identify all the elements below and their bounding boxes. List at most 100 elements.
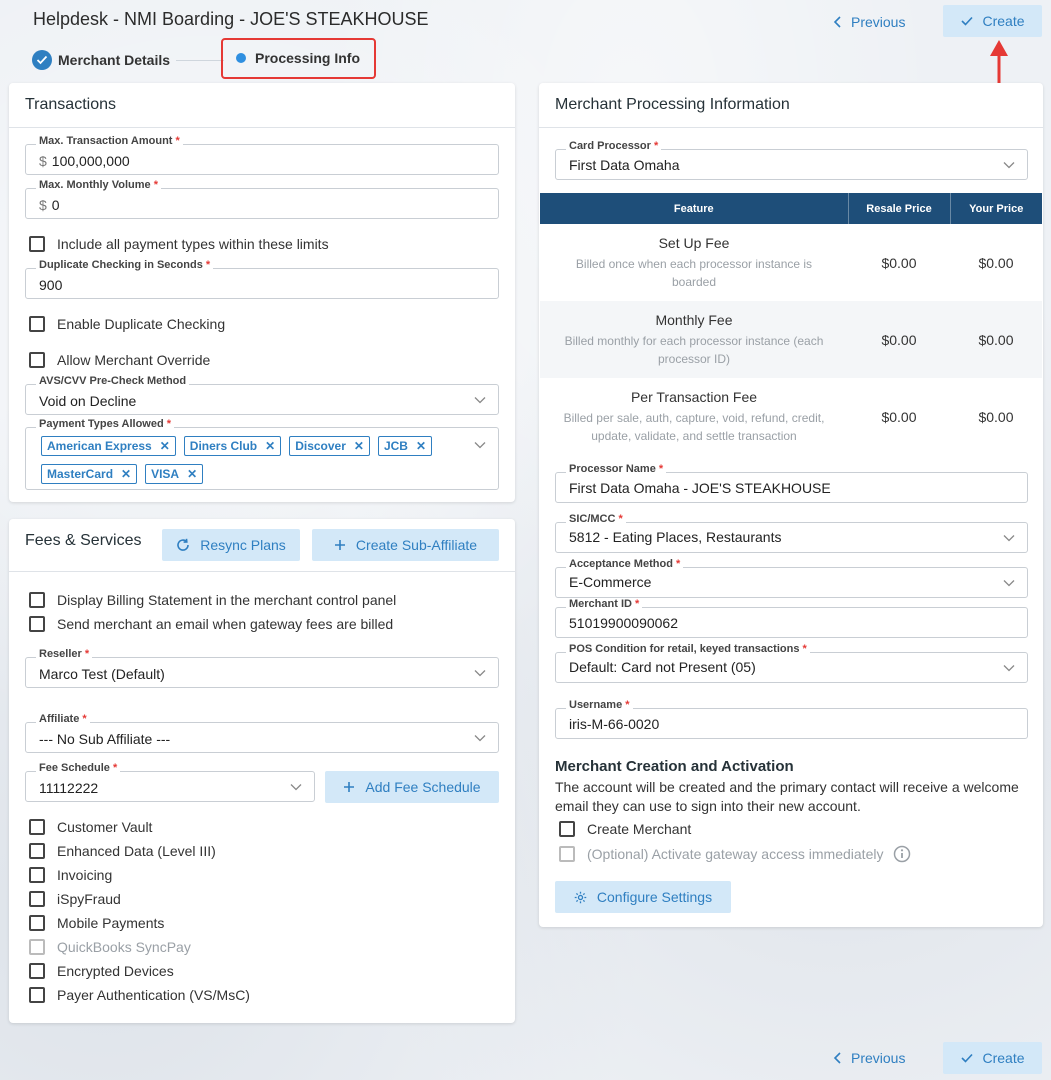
checkbox[interactable] — [29, 915, 45, 931]
checkbox[interactable] — [29, 352, 45, 368]
info-icon[interactable] — [893, 845, 911, 863]
checkbox[interactable] — [29, 616, 45, 632]
checkbox-label: Create Merchant — [587, 821, 692, 837]
checkbox-label: Send merchant an email when gateway fees… — [57, 616, 394, 632]
display-billing-checkbox[interactable]: Display Billing Statement in the merchan… — [29, 592, 396, 608]
send-email-checkbox[interactable]: Send merchant an email when gateway fees… — [29, 616, 393, 632]
resync-plans-button[interactable]: Resync Plans — [162, 529, 300, 561]
checkbox-label: Customer Vault — [57, 819, 153, 835]
service-checkbox[interactable]: QuickBooks SyncPay — [29, 939, 191, 955]
create-merchant-checkbox[interactable]: Create Merchant — [559, 821, 691, 837]
checkbox[interactable] — [29, 316, 45, 332]
button-label: Create Sub-Affiliate — [355, 537, 478, 553]
service-checkbox[interactable]: Payer Authentication (VS/MsC) — [29, 987, 250, 1003]
chevron-down-icon — [474, 442, 486, 449]
chevron-down-icon — [1003, 162, 1015, 169]
field-value: 0 — [51, 197, 60, 213]
divider — [9, 127, 515, 128]
enable-duplicate-checkbox[interactable]: Enable Duplicate Checking — [29, 316, 225, 332]
create-label: Create — [982, 1050, 1025, 1066]
service-checkbox[interactable]: iSpyFraud — [29, 891, 121, 907]
service-checkbox[interactable]: Invoicing — [29, 867, 112, 883]
chip-label: American Express — [47, 439, 152, 453]
close-icon[interactable]: ✕ — [416, 439, 426, 453]
payment-types-select[interactable]: Payment Types Allowed * American Express… — [25, 418, 499, 490]
field-label: AVS/CVV Pre-Check Method — [36, 375, 190, 387]
max-transaction-amount-field[interactable]: Max. Transaction Amount * $100,000,000 — [25, 135, 499, 175]
checkbox[interactable] — [29, 939, 45, 955]
allow-override-checkbox[interactable]: Allow Merchant Override — [29, 352, 210, 368]
checkbox-label: Include all payment types within these l… — [57, 236, 329, 252]
checkbox-label: Enhanced Data (Level III) — [57, 843, 216, 859]
divider — [539, 127, 1043, 128]
resale-price: $0.00 — [881, 254, 917, 271]
processor-name-field[interactable]: Processor Name * First Data Omaha - JOE'… — [555, 463, 1028, 503]
checkbox[interactable] — [29, 843, 45, 859]
chevron-down-icon — [1003, 665, 1015, 672]
checkbox[interactable] — [29, 987, 45, 1003]
resale-price: $0.00 — [848, 301, 950, 378]
checkbox[interactable] — [29, 963, 45, 979]
close-icon[interactable]: ✕ — [160, 439, 170, 453]
checkbox[interactable] — [559, 821, 575, 837]
checkbox-label: Payer Authentication (VS/MsC) — [57, 987, 250, 1003]
username-field[interactable]: Username * iris-M-66-0020 — [555, 699, 1028, 739]
checkbox-label: Mobile Payments — [57, 915, 165, 931]
chip-label: VISA — [151, 467, 180, 481]
checkbox[interactable] — [29, 819, 45, 835]
close-icon[interactable]: ✕ — [265, 439, 275, 453]
add-fee-schedule-button[interactable]: Add Fee Schedule — [325, 771, 499, 803]
create-label: Create — [982, 13, 1025, 29]
create-sub-affiliate-button[interactable]: Create Sub-Affiliate — [312, 529, 499, 561]
duplicate-seconds-field[interactable]: Duplicate Checking in Seconds * 900 — [25, 259, 499, 299]
sic-mcc-select[interactable]: SIC/MCC * 5812 - Eating Places, Restaura… — [555, 513, 1028, 553]
services-list: Customer Vault Enhanced Data (Level III) I… — [29, 819, 489, 1011]
create-button-bottom[interactable]: Create — [943, 1042, 1042, 1074]
checkbox[interactable] — [29, 236, 45, 252]
avs-cvv-select[interactable]: AVS/CVV Pre-Check Method Void on Decline — [25, 375, 499, 415]
close-icon[interactable]: ✕ — [187, 467, 197, 481]
card-processor-select[interactable]: Card Processor * First Data Omaha — [555, 140, 1028, 180]
checkbox[interactable] — [29, 867, 45, 883]
checkbox[interactable] — [29, 592, 45, 608]
column-header: Feature — [540, 193, 849, 224]
checkbox[interactable] — [29, 891, 45, 907]
field-value: Marco Test (Default) — [39, 666, 165, 682]
previous-button-bottom[interactable]: Previous — [833, 1047, 905, 1069]
refresh-icon — [177, 538, 190, 551]
your-price: $0.00 — [950, 301, 1042, 378]
your-price: $0.00 — [978, 254, 1014, 271]
service-checkbox[interactable]: Customer Vault — [29, 819, 152, 835]
create-button[interactable]: Create — [943, 5, 1042, 37]
close-icon[interactable]: ✕ — [354, 439, 364, 453]
reseller-select[interactable]: Reseller * Marco Test (Default) — [25, 648, 499, 688]
merchant-id-field[interactable]: Merchant ID * 51019900090062 — [555, 598, 1028, 638]
fee-schedule-select[interactable]: Fee Schedule * 11112222 — [25, 762, 315, 802]
close-icon[interactable]: ✕ — [121, 467, 131, 481]
step-label: Processing Info — [255, 50, 361, 66]
service-checkbox[interactable]: Enhanced Data (Level III) — [29, 843, 216, 859]
chip-label: JCB — [383, 439, 408, 453]
service-checkbox[interactable]: Encrypted Devices — [29, 963, 174, 979]
previous-button[interactable]: Previous — [833, 11, 905, 33]
gear-icon — [574, 891, 587, 903]
configure-settings-button[interactable]: Configure Settings — [555, 881, 731, 913]
checkbox-label: QuickBooks SyncPay — [57, 939, 191, 955]
acceptance-method-select[interactable]: Acceptance Method * E-Commerce — [555, 558, 1028, 598]
step-processing-info[interactable]: Processing Info — [236, 50, 360, 66]
checkbox-label: Encrypted Devices — [57, 963, 174, 979]
include-all-checkbox[interactable]: Include all payment types within these l… — [29, 236, 329, 252]
pos-condition-select[interactable]: POS Condition for retail, keyed transact… — [555, 643, 1028, 683]
service-checkbox[interactable]: Mobile Payments — [29, 915, 164, 931]
field-label: POS Condition for retail, keyed transact… — [569, 643, 800, 655]
affiliate-select[interactable]: Affiliate * --- No Sub Affiliate --- — [25, 713, 499, 753]
chevron-down-icon — [474, 397, 486, 404]
activate-gateway-checkbox[interactable]: (Optional) Activate gateway access immed… — [559, 845, 911, 863]
step-merchant-details[interactable]: Merchant Details — [32, 50, 170, 70]
table-row: Set Up Fee Billed once when each processo… — [540, 224, 1042, 301]
max-monthly-volume-field[interactable]: Max. Monthly Volume * $0 — [25, 179, 499, 219]
payment-type-chip: Diners Club ✕ — [183, 436, 282, 456]
checkbox[interactable] — [559, 846, 575, 862]
payment-type-chip: Discover ✕ — [289, 436, 370, 456]
button-label: Configure Settings — [596, 889, 713, 905]
